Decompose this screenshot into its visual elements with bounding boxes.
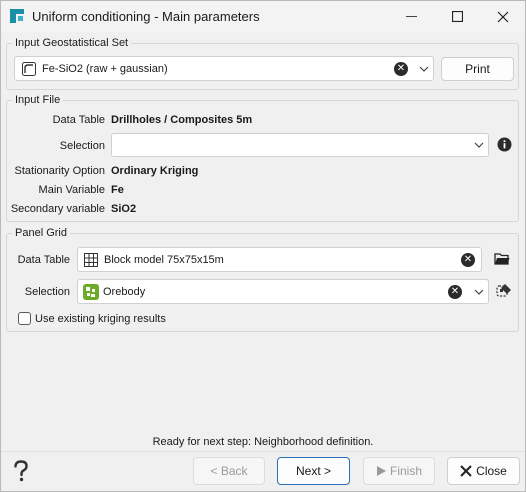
chevron-down-icon[interactable] (418, 63, 430, 75)
play-icon (376, 466, 386, 476)
window-title: Uniform conditioning - Main parameters (32, 9, 260, 24)
geostat-set-value: Fe-SiO2 (raw + gaussian) (42, 62, 168, 75)
back-button[interactable]: < Back (193, 457, 265, 485)
title-bar[interactable]: Uniform conditioning - Main parameters (1, 1, 525, 32)
panel-selection-value: Orebody (103, 285, 146, 298)
input-selection-label: Selection (59, 140, 105, 152)
stationarity-value: Ordinary Kriging (111, 165, 199, 177)
input-data-table-value: Drillholes / Composites 5m (111, 114, 253, 126)
print-button[interactable]: Print (441, 57, 514, 81)
minimize-button[interactable] (388, 1, 434, 32)
clear-icon[interactable]: ✕ (394, 61, 408, 76)
close-icon (460, 465, 472, 477)
input-data-table-label: Data Table (52, 114, 105, 126)
geostat-set-combo[interactable]: Fe-SiO2 (raw + gaussian) ✕ (14, 56, 434, 81)
footer-divider (1, 451, 525, 452)
panel-data-table-value: Block model 75x75x15m (104, 253, 224, 266)
secondary-variable-value: SiO2 (111, 203, 137, 215)
panel-selection-label: Selection (24, 286, 70, 298)
close-button-label: Close (476, 464, 507, 478)
finish-button[interactable]: Finish (363, 457, 435, 485)
info-icon[interactable] (497, 137, 512, 152)
use-existing-label[interactable]: Use existing kriging results (35, 313, 166, 325)
next-button-label: Next > (295, 464, 331, 478)
clear-icon[interactable]: ✕ (448, 284, 462, 299)
selection-edit-icon[interactable] (496, 283, 512, 299)
maximize-button[interactable] (434, 1, 480, 32)
use-existing-checkbox[interactable] (18, 312, 31, 325)
minimize-icon (405, 16, 417, 17)
chevron-down-icon[interactable] (473, 139, 485, 151)
panel-data-table-label: Data Table (17, 254, 70, 266)
status-text: Ready for next step: Neighborhood defini… (152, 436, 374, 448)
input-file-group-title: Input File (12, 94, 64, 106)
panel-grid-group-title: Panel Grid (12, 227, 70, 239)
panel-data-table-field[interactable]: Block model 75x75x15m ✕ (77, 247, 482, 272)
help-icon[interactable] (12, 460, 30, 482)
next-button[interactable]: Next > (277, 457, 350, 485)
close-button[interactable]: Close (447, 457, 520, 485)
main-variable-value: Fe (111, 184, 124, 196)
grid-icon (84, 253, 98, 267)
input-selection-combo[interactable] (111, 133, 489, 157)
main-variable-label: Main Variable (38, 184, 105, 196)
selection-icon (83, 284, 99, 300)
finish-button-label: Finish (389, 464, 422, 478)
folder-icon[interactable] (494, 252, 510, 266)
app-icon (10, 9, 24, 23)
geostat-set-icon (22, 62, 36, 76)
input-geostat-group-title: Input Geostatistical Set (12, 37, 132, 49)
secondary-variable-label: Secondary variable (10, 203, 105, 215)
back-button-label: < Back (210, 464, 248, 478)
stationarity-label: Stationarity Option (14, 165, 106, 177)
clear-icon[interactable]: ✕ (461, 252, 475, 267)
close-icon (497, 11, 509, 22)
print-button-label: Print (465, 62, 490, 76)
close-window-button[interactable] (480, 1, 526, 32)
dialog-window: Uniform conditioning - Main parameters I… (0, 0, 526, 492)
chevron-down-icon[interactable] (473, 286, 485, 298)
maximize-icon (451, 11, 463, 22)
panel-selection-combo[interactable]: Orebody ✕ (77, 279, 489, 304)
